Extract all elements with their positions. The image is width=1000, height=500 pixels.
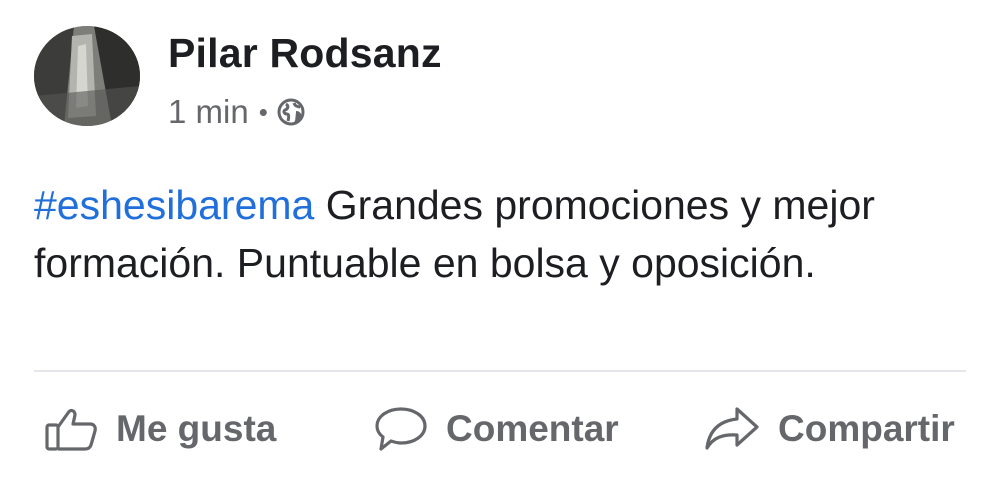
post-card: Pilar Rodsanz 1 min • #eshesibarema Gran…	[0, 0, 1000, 500]
like-label: Me gusta	[116, 408, 277, 449]
comment-icon	[374, 405, 428, 453]
share-label: Compartir	[778, 408, 955, 449]
action-bar: Me gusta Comentar Compartir	[0, 396, 1000, 462]
post-text: #eshesibarema Grandes promociones y mejo…	[34, 176, 974, 292]
comment-label: Comentar	[446, 408, 619, 449]
post-time[interactable]: 1 min	[168, 93, 249, 131]
hashtag-link[interactable]: #eshesibarema	[34, 182, 314, 228]
like-button[interactable]: Me gusta	[44, 396, 276, 462]
avatar[interactable]	[34, 26, 140, 126]
avatar-photo	[34, 26, 140, 126]
share-button[interactable]: Compartir	[704, 396, 955, 462]
meta-separator: •	[258, 96, 268, 127]
divider	[34, 370, 966, 372]
share-icon	[704, 405, 760, 453]
post-meta: 1 min •	[168, 92, 306, 132]
thumbs-up-icon	[44, 405, 98, 453]
comment-button[interactable]: Comentar	[374, 396, 619, 462]
globe-icon[interactable]	[276, 97, 306, 127]
author-name[interactable]: Pilar Rodsanz	[168, 30, 442, 77]
